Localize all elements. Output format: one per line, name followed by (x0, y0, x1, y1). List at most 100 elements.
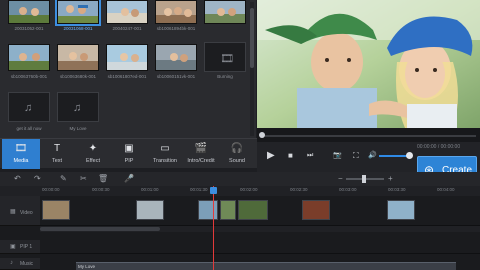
media-caption: sb10063680k-001 (59, 74, 97, 79)
media-thumbnail[interactable] (8, 0, 50, 24)
ruler-label: 00:02:30 (290, 187, 308, 192)
music-file-tile[interactable]: ♫ (8, 92, 50, 122)
record-voice-icon[interactable]: 🎤 (124, 174, 134, 184)
tab-sound[interactable]: 🎧 Sound (218, 139, 256, 169)
media-thumbnail[interactable] (204, 0, 246, 24)
media-thumbnail[interactable] (55, 0, 101, 26)
media-thumbnail[interactable] (155, 44, 197, 71)
tab-media[interactable]: 🎞 Media (2, 139, 40, 169)
library-scrollbar[interactable] (250, 2, 254, 136)
media-caption: 20031052-001 (14, 26, 44, 31)
tab-label: Media (13, 158, 29, 164)
tab-effect[interactable]: ✦ Effect (74, 139, 112, 169)
redo-icon[interactable]: ↷ (34, 174, 41, 184)
video-clip[interactable] (220, 200, 236, 220)
media-caption: sb10061807ed-001 (107, 74, 147, 79)
ruler-label: 00:04:00 (437, 187, 455, 192)
media-icon: 🎞 (14, 143, 28, 154)
music-note-icon: ♫ (73, 102, 82, 114)
ruler-label: 00:00:30 (92, 187, 110, 192)
volume-handle[interactable] (406, 152, 413, 159)
playhead-handle[interactable] (210, 187, 217, 194)
pip-track-icon: ▣ (10, 244, 16, 250)
ruler-label: 00:01:30 (190, 187, 208, 192)
video-clip[interactable] (198, 200, 218, 220)
ruler-label: 00:00:00 (42, 187, 60, 192)
scrollbar-thumb[interactable] (40, 227, 160, 231)
transition-icon: ▭ (160, 143, 170, 154)
media-thumbnail[interactable] (106, 44, 148, 71)
media-caption: Burning (217, 74, 233, 79)
music-clip[interactable]: My Love (76, 262, 456, 270)
ruler-label: 00:03:00 (339, 187, 357, 192)
media-thumbnail[interactable] (57, 44, 99, 71)
media-caption: My Love (69, 126, 87, 131)
media-caption: sb10063760b-001 (10, 74, 48, 79)
video-track-icon: ▦ (10, 209, 16, 215)
zoom-handle[interactable] (362, 175, 366, 183)
media-thumbnail[interactable] (155, 0, 197, 24)
track-name: PIP 1 (20, 244, 33, 250)
tab-transition[interactable]: ▭ Transition (146, 139, 184, 169)
media-thumbnail[interactable] (8, 44, 50, 71)
ruler-label: 00:01:00 (141, 187, 159, 192)
music-note-icon: ♫ (24, 102, 33, 114)
zoom-in-icon[interactable]: + (388, 174, 393, 184)
tab-intro-credit[interactable]: 🎬 Intro/Credit (182, 139, 220, 169)
tab-label: Text (51, 158, 63, 164)
track-header-video: ▦ Video (0, 196, 40, 226)
volume-slider[interactable] (379, 155, 409, 157)
pip-icon: ▣ (124, 143, 134, 154)
sound-icon: 🎧 (230, 143, 244, 154)
video-clip[interactable] (302, 200, 330, 220)
playhead-line[interactable] (213, 186, 214, 270)
media-caption: 20031068-001 (63, 26, 93, 31)
split-icon[interactable]: ✂ (80, 174, 87, 184)
media-caption: sb10060151vk-001 (156, 74, 196, 79)
volume-icon[interactable]: 🔊 (368, 150, 377, 162)
timeline-tracks: ▦ Video ▣ PIP 1 ♪ Music My Love (0, 196, 480, 270)
edit-icon[interactable]: ✎ (60, 174, 67, 184)
media-thumbnail[interactable] (106, 0, 148, 24)
zoom-out-icon[interactable]: − (338, 174, 343, 184)
tab-label: PIP (124, 158, 134, 164)
scrollbar-thumb[interactable] (250, 8, 254, 68)
timeline-hscroll[interactable] (40, 226, 480, 232)
preview-seek-bar[interactable] (257, 128, 480, 142)
media-thumbnail[interactable]: 🎞 (204, 42, 246, 72)
video-clip[interactable] (238, 200, 268, 220)
music-clip-label: My Love (78, 264, 96, 269)
timeline-ruler[interactable]: 00:00:00 00:00:30 00:01:00 00:01:30 00:0… (0, 186, 480, 196)
time-display: 00:00:00 / 00:00:00 (417, 144, 461, 150)
tab-label: Intro/Credit (187, 158, 215, 164)
track-name: Music (20, 261, 34, 267)
tab-pip[interactable]: ▣ PIP (110, 139, 148, 169)
intro-credit-icon: 🎬 (194, 143, 208, 154)
video-lane[interactable] (40, 196, 480, 226)
track-header-music: ♪ Music (0, 258, 40, 270)
next-frame-icon[interactable]: ⏭ (307, 150, 313, 162)
stop-icon[interactable]: ■ (288, 150, 293, 162)
music-track-icon: ♪ (10, 260, 13, 266)
ruler-label: 00:03:30 (388, 187, 406, 192)
media-caption: 20040247-001 (112, 26, 142, 31)
pip-lane[interactable] (40, 240, 480, 254)
video-clip[interactable] (42, 200, 70, 220)
play-icon[interactable]: ▶ (267, 150, 275, 162)
video-editor-window: 20031052-001 20031068-001 20040247-001 s… (0, 0, 480, 270)
effect-icon: ✦ (88, 143, 98, 154)
tab-text[interactable]: T Text (38, 139, 76, 169)
tab-label: Transition (153, 158, 177, 164)
video-clip[interactable] (387, 200, 415, 220)
snapshot-icon[interactable]: 📷 (333, 150, 342, 162)
preview-screen (257, 0, 480, 128)
undo-icon[interactable]: ↶ (14, 174, 21, 184)
video-clip[interactable] (136, 200, 164, 220)
seek-handle[interactable] (259, 132, 265, 138)
tool-tab-bar: 🎞 Media T Text ✦ Effect ▣ PIP ▭ Transiti… (0, 138, 257, 169)
tab-label: Sound (229, 158, 245, 164)
fullscreen-icon[interactable]: ⛶ (353, 150, 359, 162)
seek-track[interactable] (261, 135, 476, 137)
music-file-tile[interactable]: ♫ (57, 92, 99, 122)
delete-icon[interactable]: 🗑 (98, 174, 108, 184)
